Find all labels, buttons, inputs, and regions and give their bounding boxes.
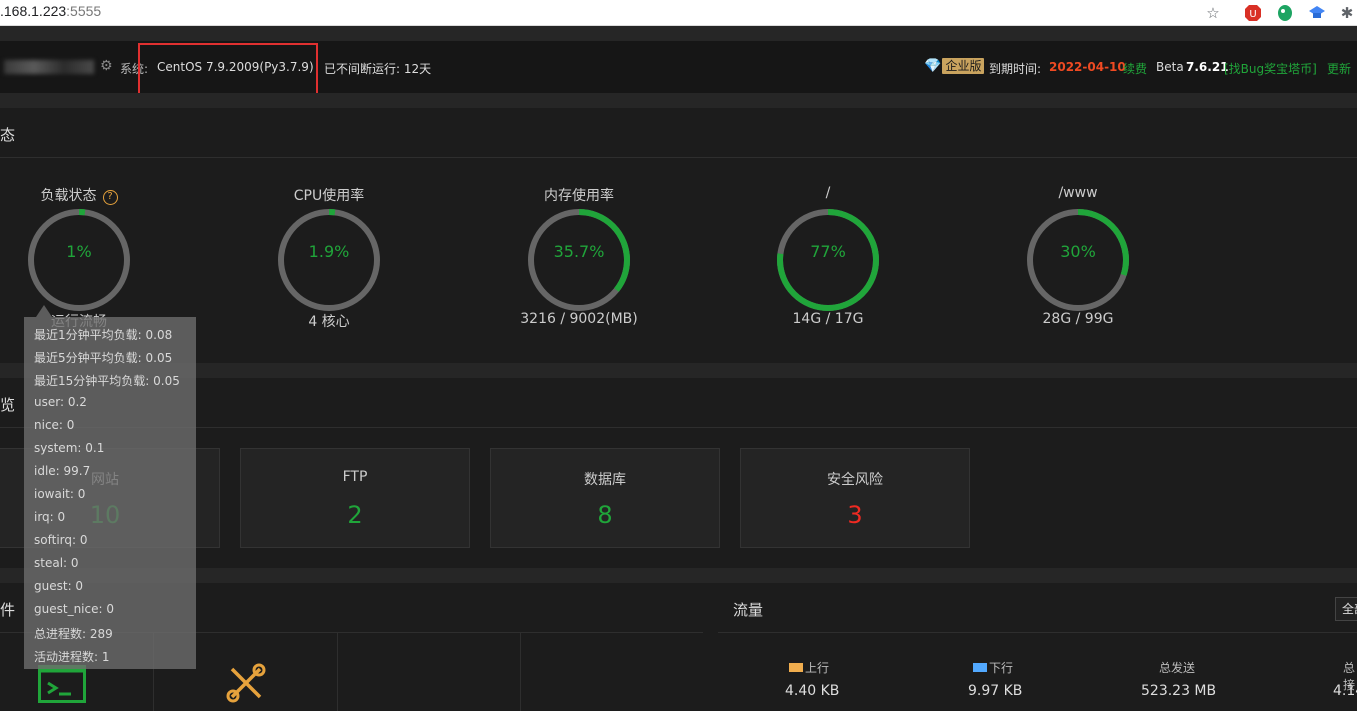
download-value: 9.97 KB [968, 683, 1023, 699]
upload-label: 上行 [789, 659, 829, 676]
gauge-disk-www-sub: 28G / 99G [1042, 311, 1114, 327]
bug-bounty-link[interactable]: [找Bug奖宝塔币] [1224, 60, 1317, 77]
download-label: 下行 [973, 659, 1013, 676]
upload-legend-swatch [789, 663, 803, 672]
beta-label: Beta [1156, 60, 1184, 74]
interface-select[interactable]: 全部 [1335, 597, 1357, 621]
section-gap [0, 568, 1357, 583]
gear-icon[interactable]: ⚙ [100, 58, 113, 74]
expire-label: 到期时间: [989, 62, 1042, 76]
card-database[interactable]: 数据库 8 [490, 448, 720, 548]
extension-graduation-icon[interactable] [1308, 4, 1326, 22]
gauge-load-title: 负载状态? [0, 185, 179, 205]
version-number: 7.6.21 [1186, 60, 1229, 74]
browser-address-bar[interactable]: .168.1.223:5555 ☆ U ✱ [0, 0, 1357, 26]
uptime-text: 已不间断运行: 12天 [324, 62, 432, 76]
gauge-disk-www-value: 30% [1060, 242, 1096, 261]
tooltip-line: iowait: 0 [34, 487, 86, 501]
tooltip-line: guest_nice: 0 [34, 602, 114, 616]
extension-adblock-icon[interactable]: U [1244, 4, 1262, 22]
gauge-cpu-value: 1.9% [308, 242, 350, 261]
card-security-risk-label: 安全风险 [827, 472, 883, 488]
card-ftp[interactable]: FTP 2 [240, 448, 470, 548]
tooltip-line: 最近15分钟平均负载: 0.05 [34, 374, 180, 388]
help-icon[interactable]: ? [102, 190, 118, 205]
gauge-memory-sub: 3216 / 9002(MB) [520, 311, 638, 327]
total-recv-value: 4.14 [1333, 683, 1357, 699]
tooltip-line: guest: 0 [34, 579, 84, 593]
tooltip-line: softirq: 0 [34, 533, 88, 547]
traffic-title: 流量 [733, 601, 764, 619]
gauge-memory-value: 35.7% [553, 242, 605, 261]
enterprise-label: 企业版 [942, 58, 985, 74]
tooltip-line: nice: 0 [34, 418, 75, 432]
tooltip-line: 最近1分钟平均负载: 0.08 [34, 328, 173, 342]
tools-icon[interactable] [226, 663, 266, 707]
server-info-bar: ⚙ 系统: CentOS 7.9.2009(Py3.7.9) 已不间断运行: 1… [0, 41, 1357, 99]
grid-divider [520, 633, 521, 711]
tooltip-line: user: 0.2 [34, 395, 87, 409]
tooltip-line: idle: 99.7 [34, 464, 91, 478]
overview-title: 览 [0, 396, 16, 414]
bookmark-star-icon[interactable]: ☆ [1204, 4, 1222, 22]
software-title: 件 [0, 601, 16, 619]
card-security-risk-value[interactable]: 3 [741, 501, 969, 529]
gauge-disk-root-value: 77% [810, 242, 846, 261]
upload-value: 4.40 KB [785, 683, 840, 699]
svg-text:U: U [1249, 9, 1256, 20]
card-ftp-value[interactable]: 2 [241, 501, 469, 529]
gauge-disk-root-sub: 14G / 17G [792, 311, 864, 327]
update-link[interactable]: 更新 [1327, 60, 1351, 77]
tooltip-line: 最近5分钟平均负载: 0.05 [34, 351, 173, 365]
card-database-value[interactable]: 8 [491, 501, 719, 529]
extension-evernote-icon[interactable] [1276, 4, 1294, 22]
gauge-cpu-sub: 4 核心 [308, 314, 350, 330]
tooltip-arrow [36, 305, 52, 317]
url-text[interactable]: .168.1.223:5555 [0, 3, 101, 19]
top-stripe [0, 26, 1357, 41]
expire-date: 2022-04-10 [1049, 60, 1126, 74]
overview-divider [0, 427, 1357, 428]
gauge-cpu-title: CPU使用率 [293, 188, 365, 204]
gauge-disk-root-title: / [825, 185, 831, 201]
section-gap [0, 93, 1357, 108]
total-sent-label: 总发送 [1159, 661, 1196, 675]
blurred-server-name [4, 60, 94, 74]
status-title: 态 [0, 126, 16, 144]
section-gap [0, 363, 1357, 378]
grid-divider [337, 633, 338, 711]
total-sent-value: 523.23 MB [1141, 683, 1217, 699]
overview-panel: 览 网站 10 FTP 2 数据库 8 安全风险 3 [0, 378, 1357, 568]
tooltip-line: steal: 0 [34, 556, 79, 570]
tooltip-line: 总进程数: 289 [34, 627, 113, 641]
card-ftp-label: FTP [342, 469, 368, 485]
diamond-icon: 💎 [924, 58, 942, 74]
extensions-puzzle-icon[interactable]: ✱ [1338, 4, 1356, 22]
tooltip-line: 活动进程数: 1 [34, 650, 110, 664]
tooltip-line: system: 0.1 [34, 441, 105, 455]
card-security-risk[interactable]: 安全风险 3 [740, 448, 970, 548]
download-legend-swatch [973, 663, 987, 672]
renew-link[interactable]: 续费 [1123, 60, 1147, 77]
terminal-icon[interactable] [38, 665, 86, 707]
gauge-disk-www-title: /www [1058, 185, 1098, 201]
gauge-memory-title: 内存使用率 [544, 188, 614, 204]
status-divider [0, 157, 1357, 158]
tooltip-line: irq: 0 [34, 510, 66, 524]
gauge-load-value: 1% [66, 242, 92, 261]
status-panel: 态 负载状态? 1% 运行流畅 CPU使用率 1.9% 4 核心 内存使用率 3… [0, 108, 1357, 363]
card-database-label: 数据库 [584, 472, 626, 488]
enterprise-badge[interactable]: 💎 企业版 [924, 57, 985, 75]
highlight-box [138, 43, 318, 99]
traffic-divider [718, 632, 1357, 633]
